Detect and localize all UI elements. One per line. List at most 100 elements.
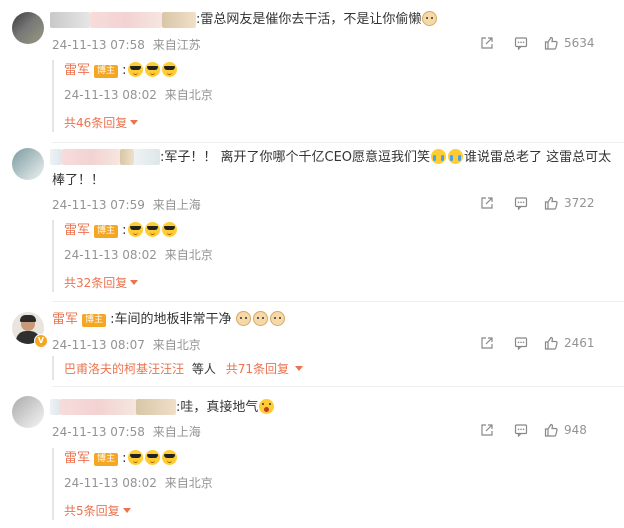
crying-laughing-emoji-icon — [431, 149, 447, 164]
comment-text: 雷军 博主 :车间的地板非常干净 — [52, 309, 286, 331]
username-redacted — [50, 12, 90, 28]
timestamp: 24-11-13 08:02 — [64, 248, 157, 262]
sunglasses-emoji-icon — [127, 450, 143, 465]
share-icon[interactable] — [480, 36, 494, 50]
timestamp: 24-11-13 08:02 — [64, 476, 157, 490]
reply-divider — [52, 60, 54, 132]
verified-badge-icon: V — [34, 334, 48, 348]
sunglasses-emoji-icon — [144, 222, 160, 237]
crying-laughing-emoji-icon — [448, 149, 464, 164]
thumbs-up-icon[interactable] — [544, 36, 558, 50]
share-icon[interactable] — [480, 423, 494, 437]
location: 来自北京 — [164, 88, 213, 102]
comment-divider — [52, 301, 624, 302]
cat-face-emoji-icon — [422, 11, 438, 26]
comment-divider — [52, 386, 624, 387]
more-replies-link[interactable]: 共5条回复 — [64, 502, 131, 519]
comment-meta: 24-11-13 08:07 来自北京 — [52, 336, 201, 353]
reply-text: : — [122, 223, 127, 238]
replier-suffix: 等人 — [191, 362, 216, 376]
username-redacted — [134, 149, 160, 165]
comment-item: :雷总网友是催你去干活，不是让你偷懒 24-11-13 07:58 来自江苏 5… — [0, 0, 624, 140]
thumbs-up-icon[interactable] — [544, 423, 558, 437]
timestamp: 24-11-13 08:07 — [52, 338, 145, 352]
username-redacted — [120, 149, 134, 165]
cat-face-emoji-icon — [269, 311, 285, 326]
comment-meta: 24-11-13 07:58 来自江苏 — [52, 36, 201, 53]
cat-face-emoji-icon — [252, 311, 268, 326]
reply-line: 雷军 博主 : — [64, 62, 178, 80]
reply-meta: 24-11-13 08:02 来自北京 — [64, 474, 213, 491]
comment-actions: 2461 — [480, 336, 610, 352]
more-replies-link[interactable]: 共71条回复 — [226, 362, 303, 376]
comment-icon[interactable] — [514, 423, 528, 437]
comment-text: :雷总网友是催你去干活，不是让你偷懒 — [196, 9, 438, 31]
comment-author[interactable]: 雷军 — [52, 312, 78, 327]
timestamp: 24-11-13 07:58 — [52, 38, 145, 52]
comment-text: :哇，真接地气 — [176, 397, 275, 419]
reply-summary: 巴甫洛夫的柯基汪汪汪 等人 共71条回复 — [52, 356, 612, 380]
reply-summary-line: 巴甫洛夫的柯基汪汪汪 等人 共71条回复 — [64, 360, 303, 377]
chevron-down-icon — [130, 120, 139, 125]
timestamp: 24-11-13 07:59 — [52, 198, 145, 212]
reply-line: 雷军 博主 : — [64, 450, 178, 468]
reply-line: 雷军 博主 : — [64, 222, 178, 240]
comment-item: :哇，真接地气 24-11-13 07:58 来自上海 948 雷军 博主 : 2… — [0, 392, 624, 528]
reply-meta: 24-11-13 08:02 来自北京 — [64, 246, 213, 263]
comment-icon[interactable] — [514, 36, 528, 50]
username-redacted — [60, 399, 136, 415]
chevron-down-icon — [130, 280, 139, 285]
comment-divider — [52, 142, 624, 143]
share-icon[interactable] — [480, 336, 494, 350]
thumbs-up-icon[interactable] — [544, 196, 558, 210]
avatar[interactable] — [12, 396, 44, 428]
thumbs-up-icon[interactable] — [544, 336, 558, 350]
avatar[interactable] — [12, 12, 44, 44]
host-badge: 博主 — [94, 453, 119, 466]
reply-author[interactable]: 雷军 — [64, 451, 90, 466]
sunglasses-emoji-icon — [161, 450, 177, 465]
host-badge: 博主 — [94, 65, 119, 78]
comment-icon[interactable] — [514, 336, 528, 350]
share-icon[interactable] — [480, 196, 494, 210]
sunglasses-emoji-icon — [144, 62, 160, 77]
reply-divider — [52, 356, 54, 380]
username-redacted — [50, 399, 60, 415]
location: 来自江苏 — [152, 38, 201, 52]
comment-text: :军子！！ 离开了你哪个千亿CEO愿意逗我们笑 谁说雷总老了 这雷总可太 — [160, 149, 612, 165]
replier-link[interactable]: 巴甫洛夫的柯基汪汪汪 — [64, 362, 184, 376]
timestamp: 24-11-13 08:02 — [64, 88, 157, 102]
reply-divider — [52, 448, 54, 520]
comment-actions: 948 — [480, 423, 610, 439]
sunglasses-emoji-icon — [161, 222, 177, 237]
location: 来自北京 — [164, 476, 213, 490]
like-count: 5634 — [564, 36, 595, 50]
more-replies-link[interactable]: 共46条回复 — [64, 114, 139, 131]
reply-divider — [52, 220, 54, 292]
more-replies-link[interactable]: 共32条回复 — [64, 274, 139, 291]
comment-actions: 5634 — [480, 36, 610, 52]
like-count: 3722 — [564, 196, 595, 210]
comment-meta: 24-11-13 07:59 来自上海 — [52, 196, 201, 213]
host-badge: 博主 — [82, 314, 107, 327]
comment-item: :军子！！ 离开了你哪个千亿CEO愿意逗我们笑 谁说雷总老了 这雷总可太 棒了！！… — [0, 146, 624, 296]
reply-text: : — [122, 451, 127, 466]
comment-meta: 24-11-13 07:58 来自上海 — [52, 423, 201, 440]
avatar[interactable] — [12, 148, 44, 180]
location: 来自北京 — [164, 248, 213, 262]
location: 来自上海 — [152, 198, 201, 212]
host-badge: 博主 — [94, 225, 119, 238]
chevron-down-icon — [294, 366, 303, 371]
reply-text: : — [122, 63, 127, 78]
reply-author[interactable]: 雷军 — [64, 63, 90, 78]
reply-author[interactable]: 雷军 — [64, 223, 90, 238]
username-redacted — [162, 12, 196, 28]
blush-emoji-icon — [259, 399, 275, 414]
chevron-down-icon — [122, 508, 131, 513]
username-redacted — [62, 149, 120, 165]
comment-icon[interactable] — [514, 196, 528, 210]
location: 来自北京 — [152, 338, 201, 352]
like-count: 948 — [564, 423, 587, 437]
reply-meta: 24-11-13 08:02 来自北京 — [64, 86, 213, 103]
username-redacted — [50, 149, 62, 165]
